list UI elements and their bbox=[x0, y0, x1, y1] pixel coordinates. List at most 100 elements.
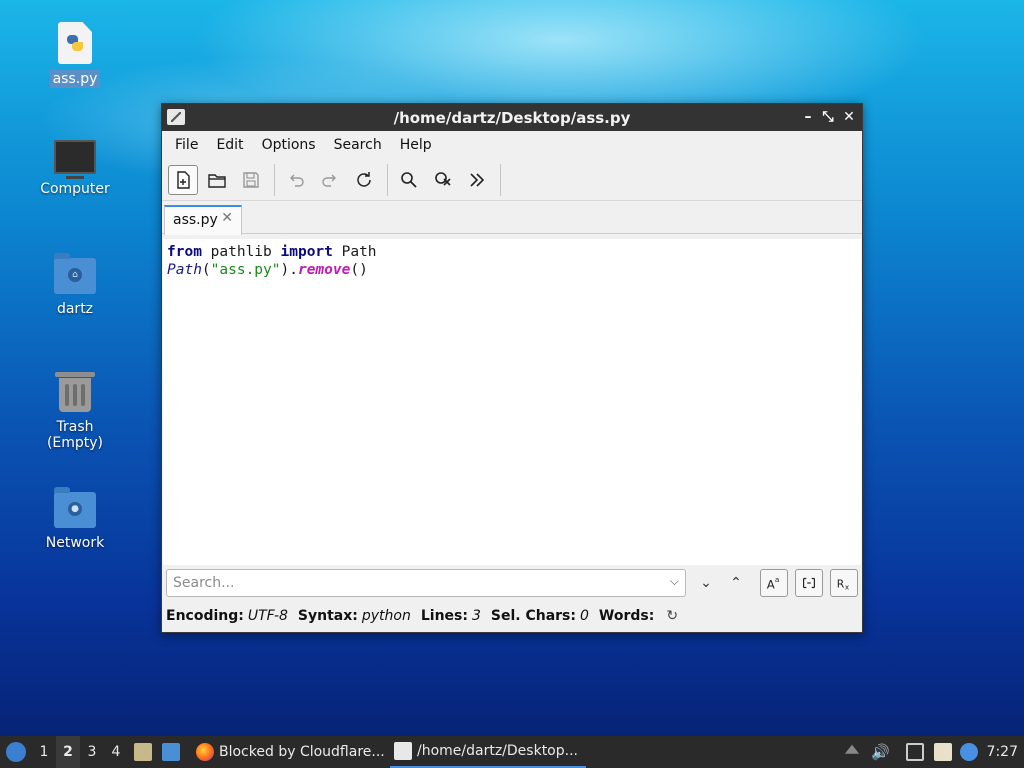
menu-file[interactable]: File bbox=[166, 137, 207, 153]
tab-ass-py[interactable]: ass.py ✕ bbox=[164, 205, 242, 235]
go-to-line-button[interactable] bbox=[462, 165, 492, 195]
desktop-icon-label: dartz bbox=[56, 301, 94, 317]
open-file-button[interactable] bbox=[202, 165, 232, 195]
start-menu-button[interactable] bbox=[4, 736, 28, 768]
find-button[interactable] bbox=[394, 165, 424, 195]
minimize-button[interactable]: – bbox=[799, 107, 817, 127]
match-case-button[interactable]: Aa bbox=[760, 569, 788, 597]
tab-bar: ass.py ✕ bbox=[162, 201, 862, 235]
desktop-icon-home[interactable]: ⌂ dartz bbox=[25, 253, 125, 318]
chevron-down-icon: ⌄ bbox=[700, 575, 712, 591]
show-desktop-launcher[interactable] bbox=[162, 736, 185, 768]
task-text-editor[interactable]: /home/dartz/Desktop... bbox=[390, 736, 586, 768]
whole-word-button[interactable] bbox=[795, 569, 823, 597]
sel-chars-value: 0 bbox=[579, 608, 589, 624]
menubar: File Edit Options Search Help bbox=[162, 131, 862, 159]
desktop-icon-computer[interactable]: Computer bbox=[25, 140, 125, 198]
file-manager-launcher[interactable] bbox=[134, 736, 157, 768]
workspace-1[interactable]: 1 bbox=[32, 736, 56, 768]
import-name: Path bbox=[332, 244, 377, 260]
clock[interactable]: 7:27 bbox=[987, 736, 1018, 768]
redo-icon bbox=[322, 174, 336, 187]
trash-icon bbox=[55, 372, 95, 412]
maximize-button[interactable]: ⤡ bbox=[819, 107, 837, 127]
match-case-icon: Aa bbox=[767, 575, 780, 591]
menu-help[interactable]: Help bbox=[391, 137, 441, 153]
find-replace-button[interactable] bbox=[428, 165, 458, 195]
method-name: remove bbox=[297, 262, 351, 278]
class-name: Path bbox=[167, 262, 202, 278]
menu-options[interactable]: Options bbox=[253, 137, 325, 153]
network-icon bbox=[906, 743, 924, 761]
regex-icon: Rx bbox=[837, 578, 850, 592]
refresh-icon[interactable]: ↻ bbox=[666, 608, 678, 624]
search-input[interactable]: Search... ⌵ bbox=[166, 569, 686, 597]
network-folder-icon: ● bbox=[54, 487, 96, 528]
double-chevron-right-icon bbox=[470, 172, 485, 187]
update-notifier-icon bbox=[960, 743, 978, 761]
code-editor[interactable]: from pathlib import Path Path("ass.py").r… bbox=[163, 239, 861, 565]
keyword-import: import bbox=[280, 244, 333, 260]
desktop-icon-label: Trash (Empty) bbox=[46, 419, 104, 451]
desktop-icon-trash[interactable]: Trash (Empty) bbox=[25, 372, 125, 452]
new-file-icon bbox=[177, 170, 190, 189]
file-manager-icon bbox=[134, 743, 152, 761]
paren-open: ( bbox=[201, 262, 211, 278]
syntax-label: Syntax: bbox=[297, 608, 358, 624]
menu-edit[interactable]: Edit bbox=[207, 137, 252, 153]
words-label: Words: bbox=[598, 608, 655, 624]
clipboard-icon bbox=[934, 743, 952, 761]
tray-eject[interactable] bbox=[843, 736, 861, 768]
desktop-icon bbox=[162, 743, 180, 761]
undo-button[interactable] bbox=[281, 165, 311, 195]
workspace-3[interactable]: 3 bbox=[80, 736, 104, 768]
find-previous-button[interactable]: ⌃ bbox=[722, 569, 750, 597]
eject-icon bbox=[844, 744, 860, 754]
task-firefox[interactable]: Blocked by Cloudflare... bbox=[192, 736, 388, 768]
chevron-up-icon: ⌃ bbox=[730, 575, 742, 591]
text-editor-icon bbox=[394, 742, 412, 760]
close-tab-icon[interactable]: ✕ bbox=[221, 210, 233, 226]
taskbar: 1 2 3 4 Blocked by Cloudflare... /home/d… bbox=[0, 736, 1024, 768]
tray-volume[interactable]: 🔊 bbox=[871, 736, 890, 768]
save-button[interactable] bbox=[236, 165, 266, 195]
redo-button[interactable] bbox=[315, 165, 345, 195]
workspace-2[interactable]: 2 bbox=[56, 736, 80, 768]
code-line-2: Path("ass.py").remove() bbox=[167, 261, 861, 279]
reload-button[interactable] bbox=[349, 165, 379, 195]
regex-button[interactable]: Rx bbox=[830, 569, 858, 597]
desktop-icon-label: ass.py bbox=[49, 70, 101, 88]
find-replace-icon bbox=[435, 171, 451, 186]
svg-text:A: A bbox=[767, 577, 775, 591]
syntax-value: python bbox=[361, 608, 411, 624]
status-bar: Encoding: UTF-8 Syntax: python Lines: 3 … bbox=[166, 606, 678, 626]
workspace-4[interactable]: 4 bbox=[104, 736, 128, 768]
module-name: pathlib bbox=[201, 244, 281, 260]
find-next-button[interactable]: ⌄ bbox=[692, 569, 720, 597]
chevron-down-icon[interactable]: ⌵ bbox=[670, 574, 679, 589]
lines-value: 3 bbox=[471, 608, 481, 624]
desktop-icon-label: Computer bbox=[40, 181, 110, 197]
window-titlebar[interactable]: /home/dartz/Desktop/ass.py – ⤡ ✕ bbox=[162, 104, 862, 131]
desktop-icon-network[interactable]: ● Network bbox=[25, 487, 125, 552]
home-folder-icon: ⌂ bbox=[54, 253, 96, 294]
toolbar bbox=[162, 159, 862, 201]
new-file-button[interactable] bbox=[168, 164, 198, 195]
search-bar: Search... ⌵ ⌄ ⌃ Aa Rx bbox=[166, 568, 860, 600]
toolbar-separator bbox=[387, 163, 388, 196]
tray-updates[interactable] bbox=[960, 736, 978, 768]
save-icon bbox=[243, 171, 259, 188]
svg-text:a: a bbox=[775, 575, 779, 584]
encoding-value: UTF-8 bbox=[247, 608, 288, 624]
menu-search[interactable]: Search bbox=[325, 137, 391, 153]
tab-label: ass.py bbox=[173, 212, 218, 228]
computer-icon bbox=[54, 140, 96, 179]
search-icon bbox=[401, 171, 417, 188]
tray-clipboard[interactable] bbox=[934, 736, 952, 768]
lines-label: Lines: bbox=[420, 608, 468, 624]
tray-network[interactable] bbox=[906, 736, 924, 768]
window-title: /home/dartz/Desktop/ass.py bbox=[393, 109, 631, 127]
call-parens: () bbox=[350, 262, 368, 278]
desktop-icon-ass-py[interactable]: ass.py bbox=[25, 22, 125, 88]
close-button[interactable]: ✕ bbox=[840, 107, 858, 127]
